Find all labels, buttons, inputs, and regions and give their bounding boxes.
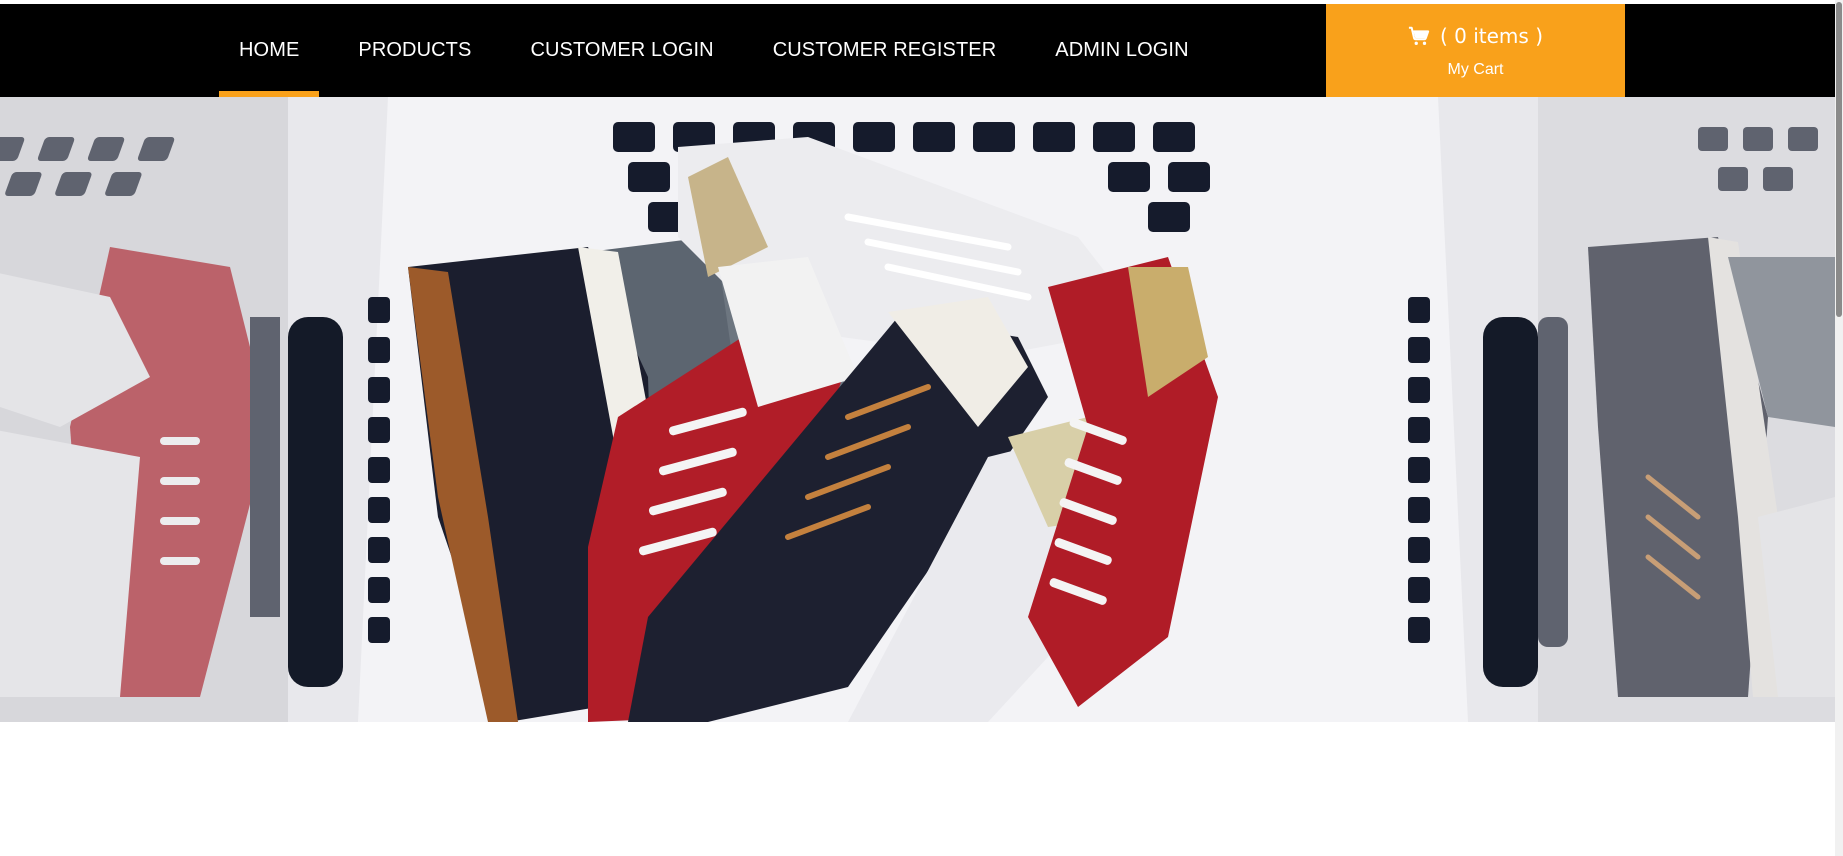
cart-button[interactable]: ( 0 items ) My Cart: [1326, 4, 1625, 97]
page-scrollbar[interactable]: [1835, 0, 1843, 856]
cart-label: My Cart: [1447, 61, 1504, 78]
hero-main-slide-image: [288, 97, 1538, 722]
hero-next-slide-image: [1538, 97, 1835, 722]
hero-prev-slide-image: [0, 97, 288, 722]
cart-items-count: ( 0 items ): [1439, 24, 1543, 48]
page: HOME PRODUCTS CUSTOMER LOGIN CUSTOMER RE…: [0, 0, 1843, 856]
scrollbar-thumb[interactable]: [1836, 2, 1842, 317]
hero-slider: [0, 97, 1835, 722]
nav-item-admin-login[interactable]: ADMIN LOGIN: [1035, 4, 1208, 97]
nav-item-customer-login[interactable]: CUSTOMER LOGIN: [510, 4, 733, 97]
nav-item-products[interactable]: PRODUCTS: [338, 4, 491, 97]
nav-item-customer-register[interactable]: CUSTOMER REGISTER: [753, 4, 1017, 97]
nav-menu: HOME PRODUCTS CUSTOMER LOGIN CUSTOMER RE…: [219, 4, 1228, 97]
shopping-cart-icon: [1408, 26, 1430, 45]
nav-item-home[interactable]: HOME: [219, 4, 320, 97]
cart-summary: ( 0 items ): [1326, 24, 1625, 48]
